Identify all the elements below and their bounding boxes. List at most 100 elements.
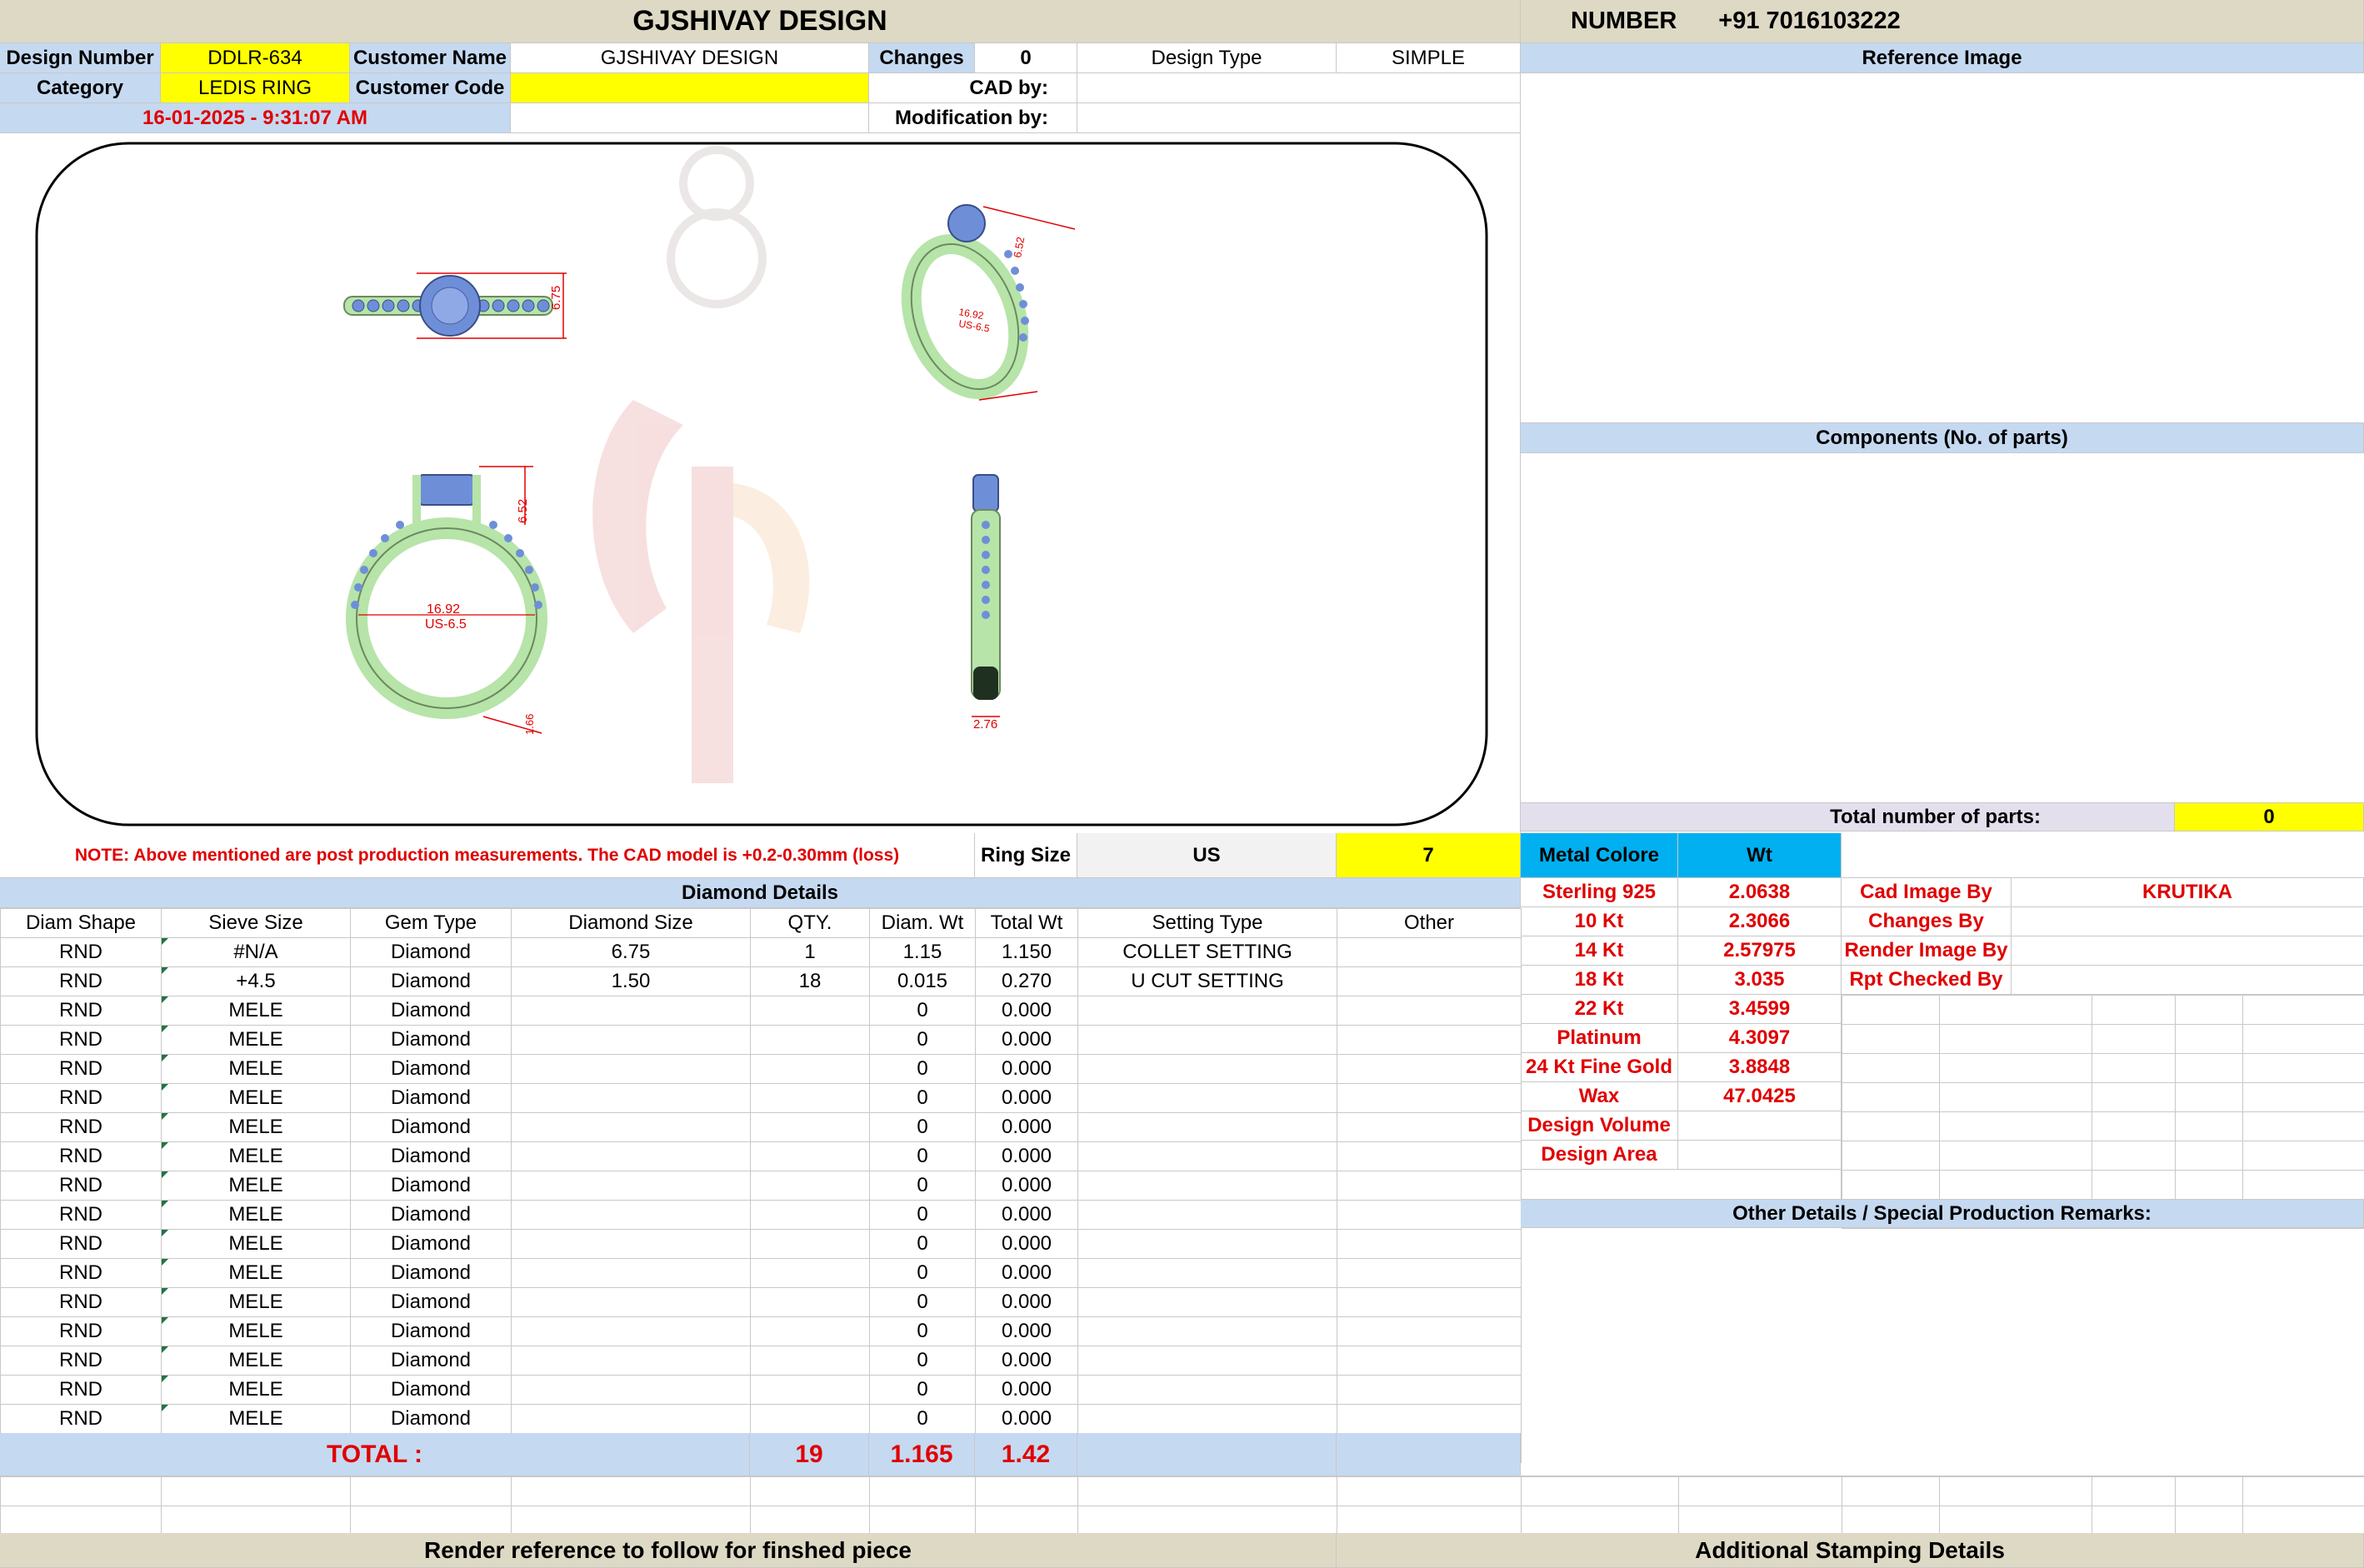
diamond-cell[interactable] [1077, 1375, 1337, 1405]
diamond-cell[interactable]: 0 [869, 1375, 976, 1405]
diamond-cell[interactable] [750, 1083, 870, 1113]
diamond-cell[interactable] [1337, 937, 1522, 967]
diamond-cell[interactable]: RND [0, 1112, 162, 1142]
ring-size-unit[interactable]: US [1077, 833, 1337, 878]
metal-weight[interactable]: 3.8848 [1678, 1053, 1842, 1082]
diamond-cell[interactable]: 0.000 [975, 1083, 1078, 1113]
diamond-cell[interactable]: RND [0, 1346, 162, 1376]
diamond-cell[interactable]: Diamond [350, 1316, 512, 1346]
diamond-cell[interactable]: 0 [869, 1112, 976, 1142]
diamond-cell[interactable] [1077, 1346, 1337, 1376]
diamond-cell[interactable]: MELE [161, 1229, 351, 1259]
diamond-cell[interactable]: 0.000 [975, 1112, 1078, 1142]
diamond-cell[interactable]: MELE [161, 1054, 351, 1084]
diamond-cell[interactable] [511, 1083, 751, 1113]
diamond-cell[interactable] [1077, 1171, 1337, 1201]
diamond-cell[interactable]: 0.000 [975, 1404, 1078, 1434]
diamond-cell[interactable]: U CUT SETTING [1077, 966, 1337, 996]
diamond-cell[interactable] [1077, 1287, 1337, 1317]
metal-weight[interactable]: 3.035 [1678, 966, 1842, 995]
diamond-cell[interactable] [511, 1141, 751, 1171]
diamond-cell[interactable] [1337, 1025, 1522, 1055]
diamond-cell[interactable] [1077, 1083, 1337, 1113]
diamond-cell[interactable] [511, 1287, 751, 1317]
diamond-cell[interactable]: 1 [750, 937, 870, 967]
diamond-cell[interactable] [1337, 1404, 1522, 1434]
diamond-cell[interactable] [1077, 1141, 1337, 1171]
diamond-cell[interactable]: RND [0, 1316, 162, 1346]
total-parts-value[interactable]: 0 [2175, 803, 2364, 831]
customer-code-value[interactable] [511, 73, 869, 103]
metal-weight[interactable]: 2.0638 [1678, 878, 1842, 907]
diamond-cell[interactable]: 0 [869, 1287, 976, 1317]
diamond-cell[interactable] [1337, 996, 1522, 1026]
diamond-cell[interactable]: RND [0, 1083, 162, 1113]
diamond-cell[interactable] [750, 996, 870, 1026]
diamond-cell[interactable]: 0 [869, 1404, 976, 1434]
diamond-cell[interactable] [1077, 1404, 1337, 1434]
diamond-cell[interactable]: Diamond [350, 996, 512, 1026]
rpt-checked-by-value[interactable] [2012, 966, 2364, 995]
diamond-cell[interactable] [750, 1054, 870, 1084]
diamond-cell[interactable] [511, 1375, 751, 1405]
diamond-cell[interactable] [1077, 1316, 1337, 1346]
diamond-cell[interactable]: 0.000 [975, 1375, 1078, 1405]
diamond-cell[interactable]: Diamond [350, 1200, 512, 1230]
diamond-cell[interactable]: Diamond [350, 1112, 512, 1142]
diamond-cell[interactable]: 0.000 [975, 1171, 1078, 1201]
diamond-cell[interactable]: 0 [869, 1316, 976, 1346]
diamond-cell[interactable]: 0.000 [975, 1141, 1078, 1171]
diamond-cell[interactable]: Diamond [350, 1025, 512, 1055]
diamond-cell[interactable] [1077, 1025, 1337, 1055]
design-number-value[interactable]: DDLR-634 [161, 43, 350, 73]
diamond-cell[interactable]: MELE [161, 1112, 351, 1142]
diamond-cell[interactable] [750, 1171, 870, 1201]
diamond-cell[interactable]: RND [0, 1054, 162, 1084]
diamond-cell[interactable] [1077, 1229, 1337, 1259]
diamond-cell[interactable]: MELE [161, 1083, 351, 1113]
diamond-cell[interactable]: 0.000 [975, 1346, 1078, 1376]
diamond-cell[interactable]: 0.015 [869, 966, 976, 996]
diamond-cell[interactable] [511, 1316, 751, 1346]
diamond-cell[interactable] [1077, 1258, 1337, 1288]
diamond-cell[interactable] [511, 1025, 751, 1055]
diamond-cell[interactable]: MELE [161, 1375, 351, 1405]
diamond-cell[interactable] [511, 1200, 751, 1230]
diamond-cell[interactable] [511, 996, 751, 1026]
diamond-cell[interactable]: 0 [869, 1200, 976, 1230]
reference-image-area[interactable] [1521, 73, 2364, 423]
cad-by-value[interactable] [1077, 73, 1521, 103]
diamond-cell[interactable]: 0 [869, 1025, 976, 1055]
diamond-cell[interactable]: 1.50 [511, 966, 751, 996]
diamond-cell[interactable]: 0 [869, 1141, 976, 1171]
diamond-cell[interactable] [750, 1200, 870, 1230]
diamond-cell[interactable] [1337, 1171, 1522, 1201]
metal-weight[interactable]: 3.4599 [1678, 995, 1842, 1024]
diamond-cell[interactable]: MELE [161, 1171, 351, 1201]
customer-name-value[interactable]: GJSHIVAY DESIGN [511, 43, 869, 73]
diamond-cell[interactable] [1337, 1316, 1522, 1346]
diamond-cell[interactable]: 0.000 [975, 996, 1078, 1026]
diamond-cell[interactable]: MELE [161, 1200, 351, 1230]
diamond-cell[interactable]: RND [0, 1287, 162, 1317]
diamond-cell[interactable]: RND [0, 996, 162, 1026]
diamond-cell[interactable] [1337, 1200, 1522, 1230]
diamond-cell[interactable]: 18 [750, 966, 870, 996]
diamond-cell[interactable] [1077, 1200, 1337, 1230]
diamond-cell[interactable]: 1.150 [975, 937, 1078, 967]
diamond-cell[interactable]: 0 [869, 996, 976, 1026]
diamond-cell[interactable] [511, 1404, 751, 1434]
diamond-cell[interactable] [1337, 1141, 1522, 1171]
diamond-cell[interactable]: Diamond [350, 1054, 512, 1084]
diamond-cell[interactable] [511, 1054, 751, 1084]
modification-by-value[interactable] [1077, 103, 1521, 133]
diamond-cell[interactable] [511, 1258, 751, 1288]
diamond-cell[interactable]: MELE [161, 1025, 351, 1055]
diamond-cell[interactable]: RND [0, 1375, 162, 1405]
changes-by-value[interactable] [2012, 907, 2364, 936]
diamond-cell[interactable]: MELE [161, 1141, 351, 1171]
metal-weight[interactable] [1678, 1141, 1842, 1170]
diamond-cell[interactable] [750, 1346, 870, 1376]
diamond-cell[interactable] [750, 1287, 870, 1317]
diamond-cell[interactable] [511, 1229, 751, 1259]
